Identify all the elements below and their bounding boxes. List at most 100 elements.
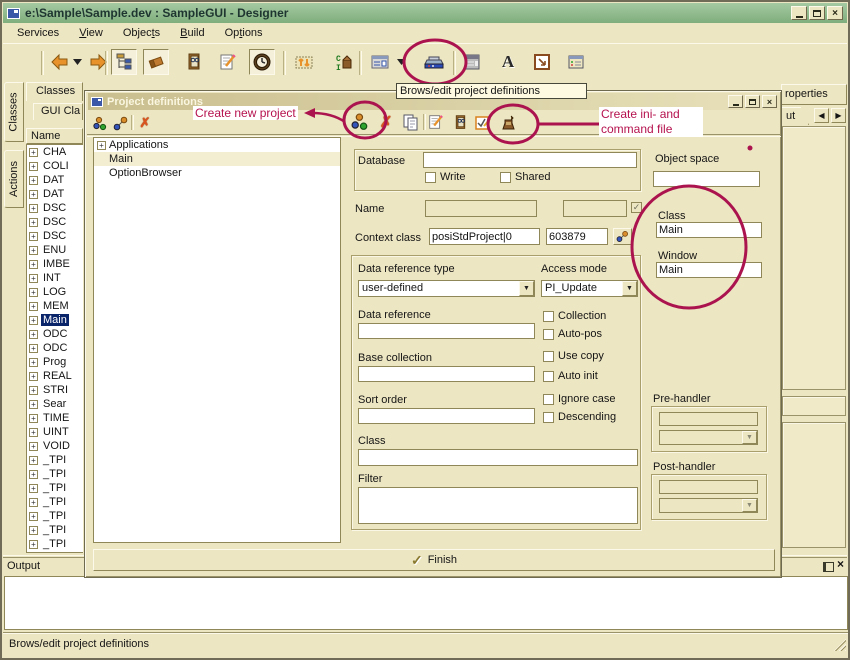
resize-grip[interactable] [834,639,846,651]
expand-plus-icon[interactable]: + [29,148,38,157]
auto-init-checkbox-row[interactable]: Auto init [543,370,598,382]
expand-plus-icon[interactable]: + [29,358,38,367]
context-class-id-input[interactable] [546,228,608,245]
expand-plus-icon[interactable]: + [29,190,38,199]
auto-init-checkbox[interactable] [543,371,554,382]
class-tree-item[interactable]: + CHA [27,145,83,159]
edit-definition-button[interactable] [426,112,446,132]
minimize-button[interactable] [791,6,807,20]
expand-plus-icon[interactable]: + [29,204,38,213]
class-tree-item[interactable]: + DSC [27,229,83,243]
class-tree-item[interactable]: + _TPI [27,495,83,509]
class-tree-item[interactable]: + DSC [27,201,83,215]
browse-definitions-button[interactable] [450,112,470,132]
class-tree-item[interactable]: + DAT [27,173,83,187]
class-tree-item[interactable]: + LOG [27,285,83,299]
class-tree-item[interactable]: + REAL [27,369,83,383]
link-item-button[interactable] [111,114,129,132]
class-tree-item[interactable]: + ODC [27,327,83,341]
classes-panel-caption-tab[interactable]: Classes [26,82,83,101]
expand-plus-icon[interactable]: + [29,456,38,465]
class-tree-item[interactable]: + _TPI [27,523,83,537]
form-dropdown[interactable] [395,49,407,75]
expand-plus-icon[interactable]: + [29,540,38,549]
auto-pos-checkbox-row[interactable]: Auto-pos [543,328,602,340]
shared-checkbox[interactable] [500,172,511,183]
object-tree-button[interactable] [111,49,137,75]
expand-plus-icon[interactable]: + [29,232,38,241]
project-tree-item[interactable]: + Main [94,152,340,166]
expand-plus-icon[interactable]: + [29,428,38,437]
window-input[interactable] [656,262,762,278]
tab-scroll-left-button[interactable]: ◀ [814,108,829,123]
class-tree-item[interactable]: + Prog [27,355,83,369]
form-list-button[interactable] [459,49,485,75]
ignore-case-checkbox-row[interactable]: Ignore case [543,393,615,405]
create-ini-command-file-button[interactable] [498,112,518,132]
dropdown-arrow-icon[interactable]: ▼ [519,281,534,296]
context-class-picker-button[interactable] [613,228,632,245]
expand-plus-icon[interactable]: + [29,414,38,423]
auto-pos-checkbox[interactable] [543,329,554,340]
expand-plus-icon[interactable]: + [29,470,38,479]
expand-plus-icon[interactable]: + [29,162,38,171]
expand-plus-icon[interactable]: + [29,176,38,185]
back-history-dropdown[interactable] [71,49,83,75]
menu-item[interactable]: Build [170,25,214,41]
write-checkbox[interactable] [425,172,436,183]
finish-button[interactable]: ✓ Finish [93,549,775,571]
class-tree-item[interactable]: + Sear [27,397,83,411]
class-tree-item[interactable]: + UINT [27,425,83,439]
tab-actions-vertical[interactable]: Actions [4,150,24,208]
book-button[interactable] [181,49,207,75]
copy-button[interactable] [400,112,420,132]
expand-plus-icon[interactable]: + [29,372,38,381]
tab-gui-classes[interactable]: GUI Cla [33,103,83,120]
expand-plus-icon[interactable]: + [29,526,38,535]
database-input[interactable] [423,152,637,168]
grid-transfer-button[interactable] [291,49,317,75]
tab-scroll-right-button[interactable]: ▶ [831,108,846,123]
class-tree-item[interactable]: + _TPI [27,453,83,467]
class-tree-item[interactable]: + DAT [27,187,83,201]
data-reference-input[interactable] [358,323,535,339]
edit-page-button[interactable] [215,49,241,75]
menu-item[interactable]: Options [215,25,273,41]
class-tree-item[interactable]: + _TPI [27,537,83,551]
output-console[interactable] [4,576,848,630]
output-close-icon[interactable]: × [837,557,844,571]
menu-item[interactable]: View [69,25,113,41]
expand-plus-icon[interactable]: + [29,246,38,255]
dialog-close-button[interactable]: × [762,95,777,108]
class-tree-item[interactable]: + _TPI [27,467,83,481]
properties-tab[interactable]: ut [781,107,809,125]
clock-button[interactable] [249,49,275,75]
maximize-button[interactable] [809,6,825,20]
expand-plus-icon[interactable]: + [29,260,38,269]
check-definition-button[interactable] [473,112,493,132]
dropdown-arrow-icon[interactable]: ▼ [622,281,637,296]
expand-plus-icon[interactable]: + [29,344,38,353]
form-button[interactable] [367,49,393,75]
project-tree-item[interactable]: + OptionBrowser [94,166,340,180]
class-tree-item[interactable]: + VOID [27,439,83,453]
expand-plus-icon[interactable]: + [29,288,38,297]
new-item-button[interactable] [91,114,109,132]
descending-checkbox[interactable] [543,412,554,423]
tab-classes-vertical[interactable]: Classes [4,82,24,142]
dialog-minimize-button[interactable] [728,95,743,108]
expand-plus-icon[interactable]: + [29,484,38,493]
class-input[interactable] [358,449,638,466]
sort-order-input[interactable] [358,408,535,424]
expand-plus-icon[interactable]: + [29,442,38,451]
properties-panel-header[interactable]: roperties [781,84,847,105]
base-collection-input[interactable] [358,366,535,382]
close-button[interactable]: × [827,6,843,20]
write-checkbox-row[interactable]: Write [425,171,465,183]
class-tree-item[interactable]: + STRI [27,383,83,397]
project-tree-item[interactable]: + Applications [94,138,340,152]
expand-plus-icon[interactable]: + [29,386,38,395]
dialog-maximize-button[interactable] [745,95,760,108]
class-right-input[interactable] [656,222,762,238]
use-copy-checkbox[interactable] [543,351,554,362]
